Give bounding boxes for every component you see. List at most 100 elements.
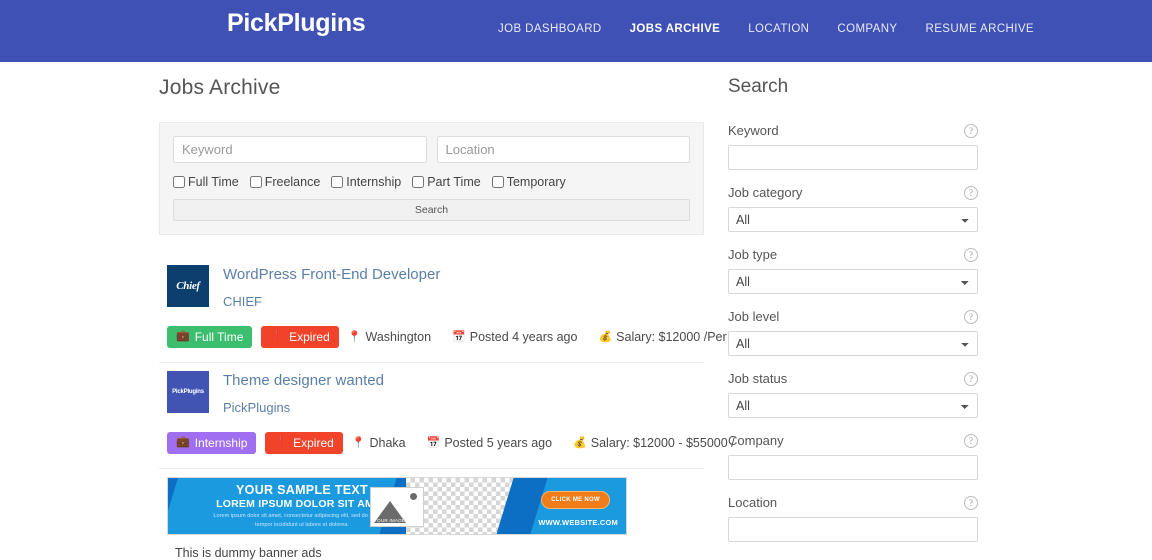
- job-posted-date: 📅 Posted 4 years ago: [452, 330, 577, 344]
- sidebar-field-job-status: Job status ? All: [728, 371, 978, 418]
- search-button[interactable]: Search: [173, 199, 690, 221]
- job-header: PickPlugins Theme designer wanted PickPl…: [167, 370, 696, 415]
- sidebar-label-job-level: Job level: [728, 309, 780, 324]
- sidebar-label-location: Location: [728, 495, 778, 510]
- calendar-icon: 📅: [452, 331, 466, 344]
- site-header: PickPlugins JOB DASHBOARD JOBS ARCHIVE L…: [0, 0, 1152, 62]
- help-icon[interactable]: ?: [964, 495, 978, 510]
- site-logo[interactable]: PickPlugins: [227, 11, 366, 36]
- banner-url: WWW.WEBSITE.COM: [538, 517, 618, 527]
- checkbox-internship[interactable]: Internship: [331, 175, 401, 189]
- help-icon[interactable]: ?: [964, 247, 978, 262]
- checkbox-label-freelance: Freelance: [264, 175, 321, 189]
- sidebar-location-input[interactable]: [728, 517, 978, 542]
- checkbox-input-part-time[interactable]: [412, 176, 425, 188]
- company-logo-chief: Chief: [167, 265, 209, 307]
- help-icon[interactable]: ?: [964, 371, 978, 386]
- job-list-item[interactable]: PickPlugins Theme designer wanted PickPl…: [159, 363, 735, 469]
- alert-icon: ❗: [274, 436, 289, 448]
- help-icon[interactable]: ?: [964, 123, 978, 138]
- money-icon: 💰: [573, 437, 587, 449]
- nav-item-company[interactable]: COMPANY: [823, 23, 911, 35]
- job-title-link[interactable]: WordPress Front-End Developer: [223, 266, 440, 285]
- keyword-input[interactable]: [173, 136, 427, 163]
- job-location-text: Dhaka: [369, 435, 406, 450]
- sidebar-field-job-category: Job category ? All: [728, 185, 978, 232]
- job-posted-text: Posted 4 years ago: [469, 329, 578, 344]
- checkbox-freelance[interactable]: Freelance: [249, 175, 321, 189]
- checkbox-input-temporary[interactable]: [491, 176, 504, 188]
- job-posted-date: 📅 Posted 5 years ago: [427, 436, 552, 450]
- sidebar-job-type-select[interactable]: All: [728, 269, 978, 294]
- company-logo-text: PickPlugins: [172, 388, 204, 395]
- job-company-link[interactable]: CHIEF: [223, 294, 440, 309]
- banner-image-caption: YOUR IMAGE HERE: [373, 517, 421, 523]
- job-text-block: WordPress Front-End Developer CHIEF: [223, 265, 440, 309]
- job-location-text: Washington: [365, 329, 432, 344]
- checkbox-label-internship: Internship: [346, 175, 402, 189]
- page-body: Jobs Archive Full Time Freelance Interns…: [0, 62, 1152, 560]
- job-meta-row: 💼 Internship ❗ Expired 📍 Dhaka 📅 Posted …: [167, 431, 735, 454]
- sidebar-field-job-type: Job type ? All: [728, 247, 978, 294]
- checkbox-input-full-time[interactable]: [173, 176, 185, 188]
- job-type-badge: 💼 Internship: [167, 431, 257, 454]
- job-status-badge-label: Expired: [293, 435, 334, 450]
- checkbox-full-time[interactable]: Full Time: [173, 175, 239, 189]
- main-navigation: JOB DASHBOARD JOBS ARCHIVE LOCATION COMP…: [484, 23, 1048, 35]
- job-list-item[interactable]: Chief WordPress Front-End Developer CHIE…: [159, 257, 757, 363]
- job-text-block: Theme designer wanted PickPlugins: [223, 371, 384, 415]
- sidebar-keyword-input[interactable]: [728, 145, 978, 170]
- money-icon: 💰: [598, 331, 613, 344]
- sidebar-label-row-keyword: Keyword ?: [728, 123, 978, 138]
- nav-item-job-dashboard[interactable]: JOB DASHBOARD: [484, 23, 616, 35]
- search-sidebar: Search Keyword ? Job category ? All Job …: [728, 76, 978, 557]
- job-company-link[interactable]: PickPlugins: [223, 400, 384, 415]
- banner-ad-caption: This is dummy banner ads: [175, 545, 322, 560]
- checkbox-input-internship[interactable]: [331, 176, 344, 188]
- job-type-badge-label: Full Time: [194, 329, 244, 344]
- checkbox-input-freelance[interactable]: [249, 176, 262, 188]
- job-filter-form: Full Time Freelance Internship Part Time…: [159, 122, 704, 235]
- banner-ad-section: YOUR SAMPLE TEXT LOREM IPSUM DOLOR SIT A…: [159, 469, 704, 560]
- location-input[interactable]: [436, 136, 690, 163]
- job-status-badge: ❗ Expired: [261, 325, 339, 348]
- nav-item-jobs-archive[interactable]: JOBS ARCHIVE: [616, 23, 735, 35]
- job-type-badge-label: Internship: [194, 435, 248, 450]
- sidebar-label-row-job-level: Job level ?: [728, 309, 978, 324]
- company-logo-text: Chief: [176, 280, 200, 292]
- sidebar-title: Search: [728, 76, 789, 97]
- sidebar-field-company: Company ?: [728, 433, 978, 480]
- job-status-badge: ❗ Expired: [265, 431, 343, 454]
- checkbox-label-full-time: Full Time: [188, 175, 239, 189]
- sidebar-company-input[interactable]: [728, 455, 978, 480]
- job-posted-text: Posted 5 years ago: [444, 435, 553, 450]
- help-icon[interactable]: ?: [964, 433, 978, 448]
- job-title-link[interactable]: Theme designer wanted: [223, 372, 384, 391]
- briefcase-icon: 💼: [176, 436, 190, 448]
- sidebar-label-company: Company: [728, 433, 784, 448]
- job-type-checkbox-group: Full Time Freelance Internship Part Time…: [173, 175, 690, 189]
- sidebar-job-category-select[interactable]: All: [728, 207, 978, 232]
- sidebar-label-job-status: Job status: [728, 371, 788, 386]
- nav-item-resume-archive[interactable]: RESUME ARCHIVE: [911, 23, 1047, 35]
- sidebar-field-location: Location ?: [728, 495, 978, 542]
- sidebar-job-level-select[interactable]: All: [728, 331, 978, 356]
- banner-ad[interactable]: YOUR SAMPLE TEXT LOREM IPSUM DOLOR SIT A…: [167, 476, 627, 535]
- main-content: Jobs Archive Full Time Freelance Interns…: [159, 76, 757, 560]
- job-salary-text: Salary: $12000 - $55000 /: [590, 435, 735, 450]
- checkbox-temporary[interactable]: Temporary: [491, 175, 566, 189]
- sidebar-label-job-category: Job category: [728, 185, 803, 200]
- help-icon[interactable]: ?: [964, 185, 978, 200]
- banner-cta-button[interactable]: CLICK ME NOW: [541, 490, 610, 509]
- help-icon[interactable]: ?: [964, 309, 978, 324]
- job-salary: 💰 Salary: $12000 - $55000 /: [573, 436, 735, 450]
- sidebar-field-job-level: Job level ? All: [728, 309, 978, 356]
- nav-item-location[interactable]: LOCATION: [734, 23, 823, 35]
- location-pin-icon: 📍: [347, 331, 362, 344]
- alert-icon: ❗: [270, 330, 285, 343]
- sidebar-job-status-select[interactable]: All: [728, 393, 978, 418]
- sidebar-label-job-type: Job type: [728, 247, 778, 262]
- job-type-badge: 💼 Full Time: [167, 325, 253, 348]
- checkbox-part-time[interactable]: Part Time: [412, 175, 481, 189]
- sidebar-label-row-job-category: Job category ?: [728, 185, 978, 200]
